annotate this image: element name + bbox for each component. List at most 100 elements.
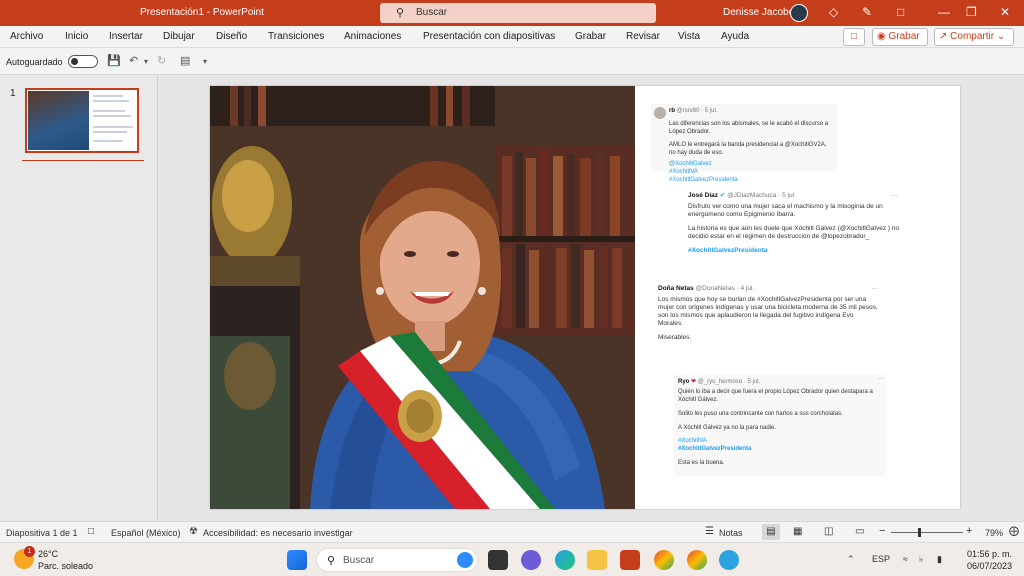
search-box[interactable]: ⚲ Buscar — [380, 3, 656, 23]
more-options-icon[interactable]: ··· — [872, 285, 879, 293]
tweet-author: Doña Netas — [658, 285, 694, 292]
tab-dibujar[interactable]: Dibujar — [163, 31, 195, 42]
autosave-toggle[interactable] — [68, 55, 98, 68]
pen-icon[interactable]: ✎ — [862, 5, 872, 19]
system-clock[interactable]: 01:56 p. m. 06/07/2023 — [962, 548, 1012, 572]
more-options-icon[interactable]: ··· — [878, 375, 884, 383]
thumbnail-line — [93, 115, 131, 117]
notes-button[interactable]: Notas — [719, 528, 743, 538]
show-hidden-icons[interactable]: ⌃ — [847, 554, 855, 565]
tab-ayuda[interactable]: Ayuda — [721, 31, 749, 42]
weather-widget[interactable]: 26°C Parc. soleado — [38, 548, 93, 572]
chrome-icon[interactable] — [654, 550, 674, 570]
file-explorer-icon[interactable] — [587, 550, 607, 570]
zoom-out-icon[interactable]: − — [879, 525, 885, 537]
input-language[interactable]: ESP — [872, 554, 890, 564]
tab-transiciones[interactable]: Transiciones — [268, 31, 324, 42]
thumbnail-line — [93, 100, 129, 102]
user-name[interactable]: Denisse Jacobo — [723, 7, 794, 18]
tweet-tag[interactable]: #XochitlGalvezPresidenta — [678, 445, 882, 453]
close-icon[interactable]: ✕ — [1000, 5, 1010, 19]
slide-count: Diapositiva 1 de 1 — [6, 528, 78, 538]
clock-date: 06/07/2023 — [966, 561, 1012, 571]
slide-photo[interactable] — [210, 86, 635, 509]
window-title: Presentación1 - PowerPoint — [140, 7, 264, 18]
status-bar: Diapositiva 1 de 1 □ Español (México) ☢ … — [0, 521, 1024, 542]
present-icon[interactable]: ▤ — [180, 54, 190, 67]
taskbar-search[interactable]: ⚲ Buscar — [316, 548, 478, 572]
battery-icon[interactable]: ▮ — [937, 554, 942, 565]
tab-vista[interactable]: Vista — [678, 31, 700, 42]
tab-inicio[interactable]: Inicio — [65, 31, 88, 42]
avatar[interactable] — [790, 4, 808, 22]
telegram-icon[interactable] — [719, 550, 739, 570]
ribbon-tabs: Archivo Inicio Insertar Dibujar Diseño T… — [0, 26, 1024, 48]
accessibility-icon: ☢ — [189, 526, 198, 537]
undo-icon[interactable]: ↶ — [129, 54, 138, 67]
search-icon: ⚲ — [396, 7, 405, 19]
ribbon-display-icon[interactable]: □ — [897, 5, 904, 19]
record-button[interactable]: ◉ Grabar — [872, 28, 928, 46]
share-icon: ↗ — [939, 31, 948, 42]
tab-animaciones[interactable]: Animaciones — [344, 31, 401, 42]
tab-archivo[interactable]: Archivo — [10, 31, 43, 42]
tab-insertar[interactable]: Insertar — [109, 31, 143, 42]
share-label: Compartir — [950, 31, 995, 42]
chevron-down-icon: ⌄ — [996, 31, 1006, 42]
tweet-tag[interactable]: @XochitlGalvez — [669, 160, 834, 168]
accessibility-status[interactable]: Accesibilidad: es necesario investigar — [203, 528, 353, 538]
chrome-profile-icon[interactable] — [687, 550, 707, 570]
customize-toolbar-icon[interactable]: ▾ — [203, 57, 207, 66]
save-icon[interactable]: 💾 — [107, 54, 121, 67]
tweet-tag[interactable]: #XochitlVA — [669, 168, 834, 176]
redo-icon[interactable]: ↻ — [157, 54, 166, 67]
tab-revisar[interactable]: Revisar — [626, 31, 660, 42]
flag — [210, 336, 290, 509]
windows-taskbar: 1 26°C Parc. soleado ⚲ Buscar ⌃ ESP ≈ ♭ … — [0, 542, 1024, 576]
share-button[interactable]: ↗ Compartir ⌄ — [934, 28, 1014, 46]
tab-diseno[interactable]: Diseño — [216, 31, 247, 42]
thumbnail-divider — [22, 160, 144, 161]
diamond-icon[interactable]: ◇ — [829, 5, 838, 19]
more-options-icon[interactable]: ··· — [892, 192, 899, 200]
slide-sorter-icon[interactable]: ▦ — [793, 526, 802, 537]
tweet-text: La historia es que aún les duele que Xóc… — [688, 225, 900, 240]
tweet-text: AMLO le entregará la banda presidencial … — [669, 142, 827, 156]
zoom-slider[interactable] — [891, 532, 963, 533]
tweet-text: Los mismos que hoy se burlan de #Xochitl… — [658, 296, 878, 327]
notification-badge: 1 — [24, 546, 35, 557]
volume-icon[interactable]: ♭ — [919, 554, 923, 565]
undo-dropdown-icon[interactable]: ▾ — [144, 57, 148, 66]
zoom-slider-thumb[interactable] — [918, 528, 921, 537]
reading-view-icon[interactable]: ◫ — [824, 526, 833, 537]
restore-icon[interactable]: ❐ — [966, 5, 977, 19]
tweet-author: Ryo — [678, 379, 690, 385]
thumbnail-line — [93, 95, 123, 97]
slideshow-icon[interactable]: ▭ — [855, 526, 864, 537]
tweet-card: rb @rsrv80 · 5 jul. Las diferencias son … — [651, 104, 837, 183]
tweet-tag[interactable]: #XochitlVA — [678, 437, 882, 445]
tweet-tag[interactable]: #XochitlGalvezPresidenta — [688, 247, 900, 255]
windows-start-icon[interactable] — [287, 550, 307, 570]
wifi-icon[interactable]: ≈ — [903, 554, 908, 564]
portrait-image — [210, 86, 635, 509]
powerpoint-icon[interactable] — [620, 550, 640, 570]
zoom-level[interactable]: 79% — [985, 528, 1003, 538]
slide[interactable]: rb @rsrv80 · 5 jul. Las diferencias son … — [210, 86, 960, 509]
normal-view-icon[interactable]: ▤ — [762, 524, 780, 540]
edge-icon[interactable] — [555, 550, 575, 570]
comments-button[interactable]: □ — [843, 28, 865, 46]
tab-presentacion[interactable]: Presentación con diapositivas — [423, 31, 555, 42]
language-status[interactable]: Español (México) — [111, 528, 181, 538]
minimize-icon[interactable]: — — [938, 5, 950, 19]
tweet-tag[interactable]: #XochitlGalvezPresidenta — [669, 176, 834, 184]
task-view-icon[interactable] — [488, 550, 508, 570]
teams-chat-icon[interactable] — [521, 550, 541, 570]
quick-access-toolbar: Autoguardado 💾 ↶ ▾ ↻ ▤ ▾ — [0, 48, 1024, 75]
slide-thumbnail[interactable] — [25, 88, 139, 153]
thumbnail-line — [93, 110, 125, 112]
tab-grabar[interactable]: Grabar — [575, 31, 606, 42]
spelling-icon[interactable]: □ — [88, 526, 94, 537]
zoom-in-icon[interactable]: + — [966, 525, 972, 537]
fit-to-window-icon[interactable]: ⨁ — [1009, 526, 1019, 537]
